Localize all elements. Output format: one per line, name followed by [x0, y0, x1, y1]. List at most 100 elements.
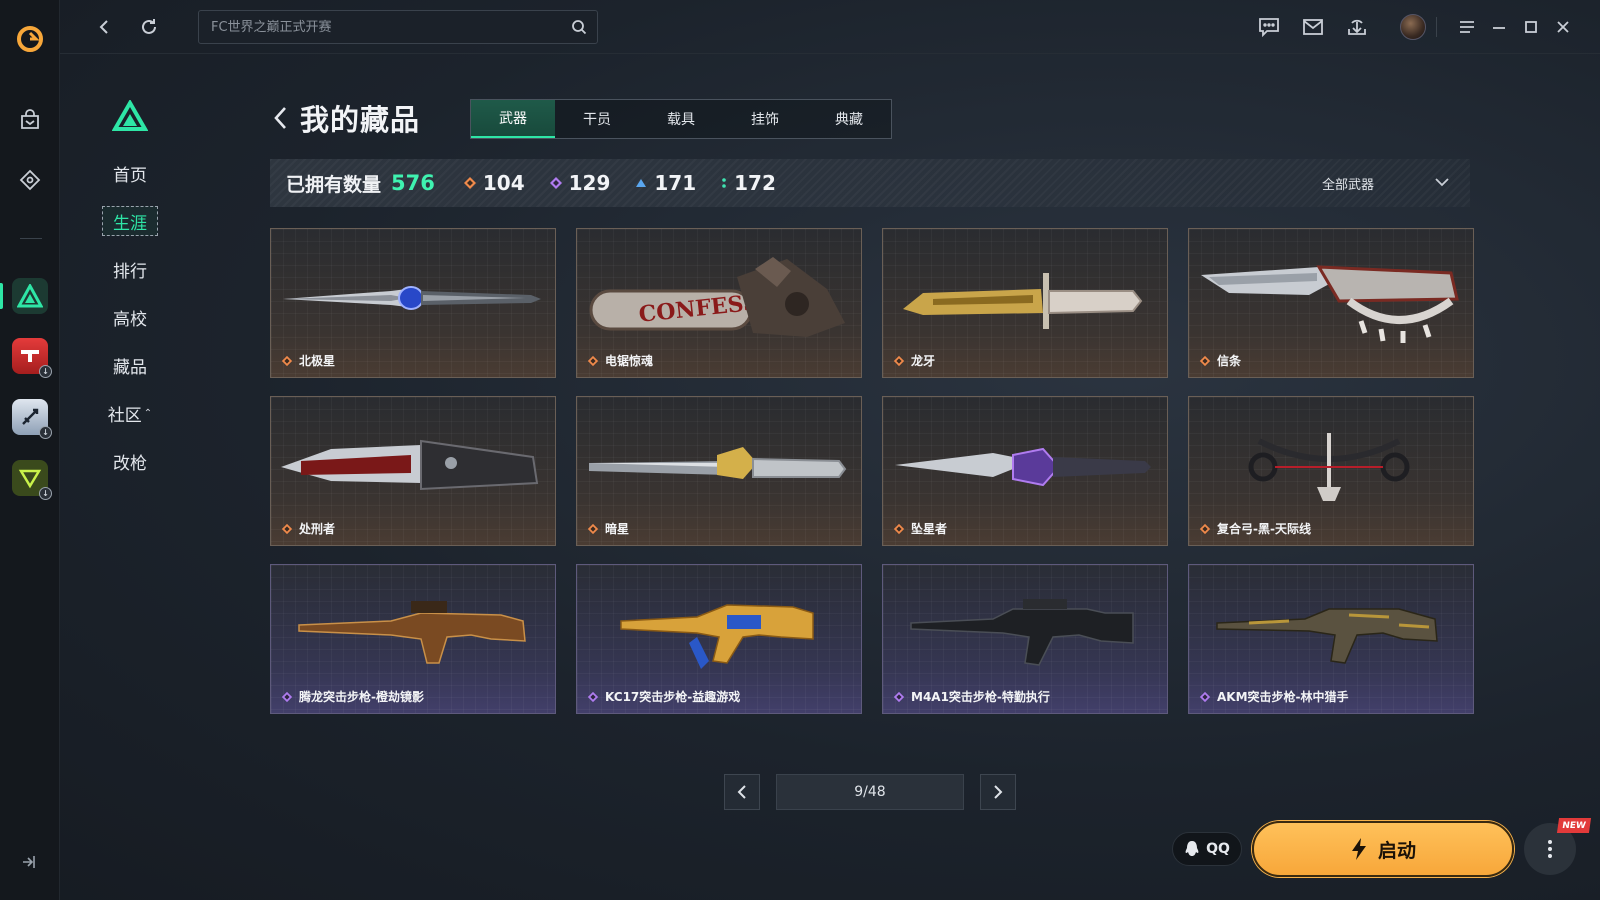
nav-item-community[interactable]: 社区 ⌃ — [102, 398, 158, 428]
nav-item-label: 生涯 — [113, 213, 147, 234]
collection-card[interactable]: AKM突击步枪-林中猎手 — [1188, 564, 1474, 714]
card-label: 北极星 — [281, 352, 335, 369]
page-indicator: 9/48 — [776, 774, 964, 810]
menu-icon[interactable] — [1452, 12, 1482, 42]
tab-charms[interactable]: 挂饰 — [723, 100, 807, 138]
collection-card[interactable]: 北极星 — [270, 228, 556, 378]
back-button[interactable] — [90, 12, 120, 42]
collection-card[interactable]: 龙牙 — [882, 228, 1168, 378]
nav-item-label: 改枪 — [113, 453, 147, 474]
collection-card[interactable]: 复合弓-黑-天际线 — [1188, 396, 1474, 546]
weapon-filter-dropdown[interactable]: 全部武器 — [1322, 159, 1450, 207]
gold-diamond-icon — [893, 523, 905, 534]
nav-item-college[interactable]: 高校 — [102, 302, 158, 332]
store-bag-icon[interactable] — [9, 99, 51, 141]
launch-button[interactable]: 启动 — [1252, 821, 1514, 877]
collapse-sidebar-icon[interactable] — [18, 852, 38, 876]
collection-card[interactable]: 暗星 — [576, 396, 862, 546]
tab-vehicles[interactable]: 载具 — [639, 100, 723, 138]
item-name: 龙牙 — [911, 354, 936, 368]
rail-active-indicator — [0, 283, 3, 309]
page-header: 我的藏品 — [268, 98, 420, 138]
card-label: 坠星者 — [893, 520, 947, 537]
item-name: 腾龙突击步枪-橙劫镜影 — [299, 690, 424, 704]
download-manager-icon[interactable] — [1342, 12, 1372, 42]
rarity-count-purple: 129 — [549, 171, 611, 195]
card-label: 复合弓-黑-天际线 — [1199, 520, 1311, 537]
tab-weapons[interactable]: 武器 — [471, 100, 555, 138]
app-logo-icon[interactable] — [9, 18, 51, 60]
tab-archive[interactable]: 典藏 — [807, 100, 891, 138]
search-box[interactable] — [198, 10, 598, 44]
collection-card[interactable]: 坠星者 — [882, 396, 1168, 546]
user-avatar[interactable] — [1400, 14, 1426, 40]
card-label: 处刑者 — [281, 520, 335, 537]
page-title: 我的藏品 — [300, 103, 421, 137]
close-icon[interactable] — [1548, 12, 1578, 42]
next-page-button[interactable] — [980, 774, 1016, 810]
card-label: 龙牙 — [893, 352, 935, 369]
qq-penguin-icon — [1185, 841, 1199, 856]
collection-card[interactable]: 信条 — [1188, 228, 1474, 378]
nav-item-gunsmith[interactable]: 改枪 — [102, 446, 158, 476]
refresh-button[interactable] — [134, 12, 164, 42]
rail-divider — [20, 238, 42, 239]
item-name: 处刑者 — [299, 522, 336, 536]
nav-item-home[interactable]: 首页 — [102, 158, 158, 188]
collection-card[interactable]: CONFESS 电锯惊魂 — [576, 228, 862, 378]
nav-item-career[interactable]: 生涯 — [102, 206, 158, 236]
rarity-count-blue: 171 — [634, 171, 696, 195]
card-label: 腾龙突击步枪-橙劫镜影 — [281, 688, 424, 705]
collection-card[interactable]: 处刑者 — [270, 396, 556, 546]
nav-item-label: 社区 — [107, 405, 142, 426]
v-game-icon: ↓ — [12, 460, 52, 500]
nav-item-ranking[interactable]: 排行 — [102, 254, 158, 284]
rail-game-jian[interactable]: ↓ — [9, 396, 52, 439]
search-icon[interactable] — [571, 19, 587, 39]
qq-login-button[interactable]: QQ — [1172, 832, 1242, 866]
collection-card[interactable]: M4A1突击步枪-特勤执行 — [882, 564, 1168, 714]
category-tabs: 武器 干员 载具 挂饰 典藏 — [470, 99, 892, 139]
prev-page-button[interactable] — [724, 774, 760, 810]
chevron-up-icon: ⌃ — [143, 407, 153, 419]
rarity-value: 171 — [654, 171, 697, 195]
download-icon: ↓ — [39, 426, 52, 439]
maximize-icon[interactable] — [1516, 12, 1546, 42]
owned-label: 已拥有数量 — [286, 173, 382, 196]
gold-diamond-icon — [281, 523, 293, 534]
card-label: 电锯惊魂 — [587, 352, 653, 369]
rarity-value: 129 — [568, 171, 611, 195]
item-name: 北极星 — [299, 354, 336, 368]
filter-label: 全部武器 — [1321, 177, 1374, 193]
search-input[interactable] — [199, 11, 597, 43]
rail-game-v[interactable]: ↓ — [9, 457, 52, 500]
collection-card[interactable]: 腾龙突击步枪-橙劫镜影 — [270, 564, 556, 714]
gold-diamond-icon — [587, 355, 599, 366]
page-back-button[interactable] — [268, 103, 294, 133]
item-name: 电锯惊魂 — [605, 354, 654, 368]
mail-icon[interactable] — [1298, 12, 1328, 42]
rarity-count-gold: 104 — [463, 171, 525, 195]
card-label: M4A1突击步枪-特勤执行 — [893, 688, 1050, 705]
gold-diamond-icon — [1199, 355, 1211, 366]
game-tag-icon[interactable] — [9, 159, 51, 201]
nav-item-collection[interactable]: 藏品 — [102, 350, 158, 380]
rail-game-cf[interactable]: ↓ — [9, 335, 52, 378]
chat-icon[interactable] — [1254, 12, 1284, 42]
nav-item-label: 高校 — [113, 309, 147, 330]
nav-triangle-logo-icon — [111, 98, 149, 136]
card-label: 暗星 — [587, 520, 629, 537]
chevron-down-icon — [1434, 176, 1450, 191]
collection-card[interactable]: KC17突击步枪-益趣游戏 — [576, 564, 862, 714]
item-name: 复合弓-黑-天际线 — [1217, 522, 1311, 536]
launch-label: 启动 — [1377, 839, 1416, 862]
tab-operators[interactable]: 干员 — [555, 100, 639, 138]
new-badge: NEW — [1556, 818, 1592, 833]
rail-game-active[interactable] — [9, 275, 51, 317]
gold-diamond-icon — [587, 523, 599, 534]
item-name: 坠星者 — [911, 522, 948, 536]
owned-count: 576 — [391, 171, 435, 195]
download-icon: ↓ — [39, 365, 52, 378]
minimize-icon[interactable] — [1484, 12, 1514, 42]
gold-diamond-icon — [281, 355, 293, 366]
